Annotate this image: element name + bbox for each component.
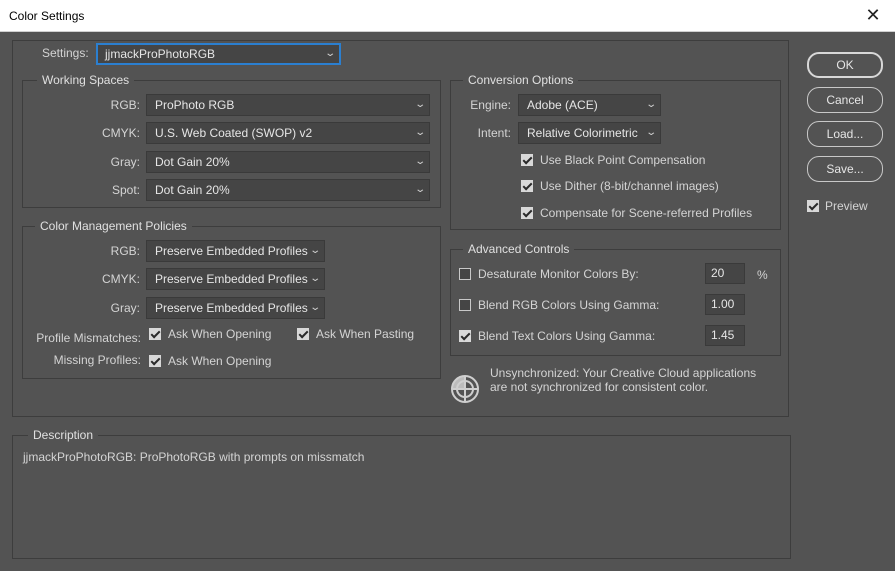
preview-checkbox[interactable] xyxy=(807,200,819,212)
chevron-down-icon: ⌄ xyxy=(644,127,657,138)
ws-gray-label: Gray: xyxy=(110,155,140,169)
scene-referred-label: Compensate for Scene-referred Profiles xyxy=(540,206,753,220)
missing-opening-label: Ask When Opening xyxy=(168,354,272,368)
profile-mismatches-label: Profile Mismatches: xyxy=(36,331,141,345)
sync-message-line1: Unsynchronized: Your Creative Cloud appl… xyxy=(490,366,757,380)
pol-gray-dropdown[interactable]: Preserve Embedded Profiles ⌄ xyxy=(146,297,325,319)
mismatch-opening-label: Ask When Opening xyxy=(168,327,272,341)
ws-spot-value: Dot Gain 20% xyxy=(155,183,230,197)
blend-rgb-checkbox[interactable] xyxy=(459,299,471,311)
intent-dropdown[interactable]: Relative Colorimetric ⌄ xyxy=(518,122,661,144)
ws-rgb-label: RGB: xyxy=(110,98,140,112)
engine-dropdown[interactable]: Adobe (ACE) ⌄ xyxy=(518,94,661,116)
pol-cmyk-label: CMYK: xyxy=(101,272,140,286)
blend-text-input[interactable]: 1.45 xyxy=(705,325,745,346)
ws-cmyk-value: U.S. Web Coated (SWOP) v2 xyxy=(155,126,313,140)
pol-gray-value: Preserve Embedded Profiles xyxy=(155,301,308,315)
scene-referred-checkbox[interactable] xyxy=(521,207,533,219)
ws-cmyk-label: CMYK: xyxy=(101,126,140,140)
description-legend: Description xyxy=(28,428,99,442)
missing-profiles-label: Missing Profiles: xyxy=(53,353,141,367)
desaturate-checkbox[interactable] xyxy=(459,268,471,280)
policies-legend: Color Management Policies xyxy=(35,219,192,233)
desaturate-label: Desaturate Monitor Colors By: xyxy=(478,267,639,281)
chevron-down-icon: ⌄ xyxy=(413,99,426,110)
intent-value: Relative Colorimetric xyxy=(527,126,638,140)
save-button[interactable]: Save... xyxy=(807,156,883,182)
mismatch-pasting-checkbox[interactable] xyxy=(297,328,309,340)
blend-rgb-label: Blend RGB Colors Using Gamma: xyxy=(478,298,660,312)
chevron-down-icon: ⌄ xyxy=(308,273,321,284)
chevron-down-icon: ⌄ xyxy=(413,156,426,167)
pol-cmyk-value: Preserve Embedded Profiles xyxy=(155,272,308,286)
desaturate-unit: % xyxy=(757,268,768,282)
sync-message-line2: are not synchronized for consistent colo… xyxy=(490,380,709,394)
cancel-button[interactable]: Cancel xyxy=(807,87,883,113)
ws-gray-dropdown[interactable]: Dot Gain 20% ⌄ xyxy=(146,151,430,173)
intent-label: Intent: xyxy=(477,126,511,140)
ws-spot-dropdown[interactable]: Dot Gain 20% ⌄ xyxy=(146,179,430,201)
settings-label: Settings: xyxy=(42,46,89,60)
chevron-down-icon: ⌄ xyxy=(644,99,657,110)
engine-value: Adobe (ACE) xyxy=(527,98,598,112)
black-point-checkbox[interactable] xyxy=(521,154,533,166)
pol-gray-label: Gray: xyxy=(110,301,140,315)
preview-label: Preview xyxy=(825,199,868,213)
ws-cmyk-dropdown[interactable]: U.S. Web Coated (SWOP) v2 ⌄ xyxy=(146,122,430,144)
missing-opening-checkbox[interactable] xyxy=(149,355,161,367)
chevron-down-icon: ⌄ xyxy=(308,245,321,256)
chevron-down-icon: ⌄ xyxy=(308,302,321,313)
ok-button[interactable]: OK xyxy=(807,52,883,78)
pol-cmyk-dropdown[interactable]: Preserve Embedded Profiles ⌄ xyxy=(146,268,325,290)
chevron-down-icon: ⌄ xyxy=(413,184,426,195)
chevron-down-icon: ⌄ xyxy=(413,127,426,138)
ws-spot-label: Spot: xyxy=(111,183,140,197)
window-title: Color Settings xyxy=(9,9,85,23)
engine-label: Engine: xyxy=(470,98,511,112)
dither-checkbox[interactable] xyxy=(521,180,533,192)
black-point-label: Use Black Point Compensation xyxy=(540,153,706,167)
pol-rgb-label: RGB: xyxy=(110,244,140,258)
ws-rgb-dropdown[interactable]: ProPhoto RGB ⌄ xyxy=(146,94,430,116)
mismatch-pasting-label: Ask When Pasting xyxy=(316,327,415,341)
ws-gray-value: Dot Gain 20% xyxy=(155,155,230,169)
desaturate-input[interactable]: 20 xyxy=(705,263,745,284)
dither-label: Use Dither (8-bit/channel images) xyxy=(540,179,719,193)
blend-text-label: Blend Text Colors Using Gamma: xyxy=(478,329,656,343)
settings-value: jjmackProPhotoRGB xyxy=(105,47,216,61)
settings-dropdown[interactable]: jjmackProPhotoRGB ⌄ xyxy=(96,43,341,65)
working-spaces-legend: Working Spaces xyxy=(37,73,135,87)
title-bar: Color Settings ✕ xyxy=(0,0,895,32)
pol-rgb-value: Preserve Embedded Profiles xyxy=(155,244,308,258)
load-button[interactable]: Load... xyxy=(807,121,883,147)
close-icon[interactable]: ✕ xyxy=(851,0,895,32)
blend-text-checkbox[interactable] xyxy=(459,330,471,342)
ws-rgb-value: ProPhoto RGB xyxy=(155,98,235,112)
chevron-down-icon: ⌄ xyxy=(323,48,336,59)
pol-rgb-dropdown[interactable]: Preserve Embedded Profiles ⌄ xyxy=(146,240,325,262)
conversion-legend: Conversion Options xyxy=(463,73,579,87)
sync-status-icon xyxy=(451,375,479,403)
blend-rgb-input[interactable]: 1.00 xyxy=(705,294,745,315)
mismatch-opening-checkbox[interactable] xyxy=(149,328,161,340)
description-text: jjmackProPhotoRGB: ProPhotoRGB with prom… xyxy=(23,450,365,464)
advanced-legend: Advanced Controls xyxy=(463,242,575,256)
